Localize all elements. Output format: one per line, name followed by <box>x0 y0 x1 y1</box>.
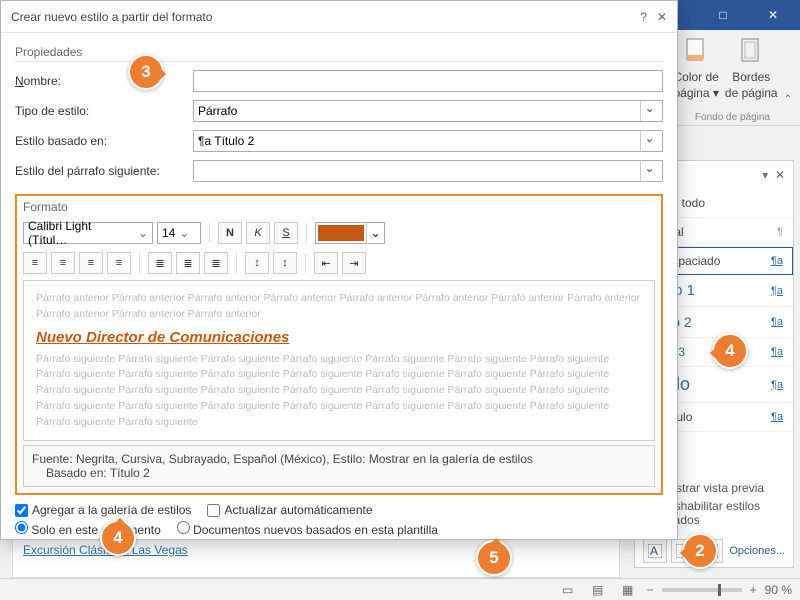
chevron-down-icon: ⌄ <box>640 161 658 181</box>
chevron-down-icon: ⌄ <box>640 101 658 121</box>
styles-options-link[interactable]: Opciones... <box>729 545 785 557</box>
ribbon-collapse-icon[interactable]: ⌃ <box>784 94 792 105</box>
page-borders-icon <box>734 34 768 68</box>
preview-before: Párrafo anterior Párrafo anterior Párraf… <box>36 291 642 323</box>
new-style-dialog: Crear nuevo estilo a partir del formato … <box>0 0 678 540</box>
dialog-help-icon[interactable]: ? <box>640 10 647 24</box>
new-docs-template-radio[interactable]: Documentos nuevos basados en esta planti… <box>177 521 438 537</box>
dialog-close-icon[interactable]: ✕ <box>657 10 667 24</box>
font-color-select[interactable]: ⌄ <box>315 222 385 244</box>
style-preview: Párrafo anterior Párrafo anterior Párraf… <box>23 280 655 441</box>
chevron-down-icon: ⌄ <box>640 131 658 151</box>
pane-menu-icon[interactable]: ▾ <box>762 168 768 182</box>
align-right-icon[interactable]: ≡ <box>79 252 103 274</box>
align-center-icon[interactable]: ≡ <box>51 252 75 274</box>
callout-5: 5 <box>476 540 512 576</box>
restore-icon[interactable]: □ <box>700 0 746 30</box>
line-spacing-2-icon[interactable]: ≣ <box>204 252 228 274</box>
page-borders-label1: Bordes <box>732 70 770 84</box>
align-left-icon[interactable]: ≡ <box>23 252 47 274</box>
callout-4a: 4 <box>100 520 136 556</box>
based-on-value: ¶a Título 2 <box>198 134 254 148</box>
preview-after: Párrafo siguiente Párrafo siguiente Párr… <box>36 352 642 431</box>
preview-sample-text: Nuevo Director de Comunicaciones <box>36 329 642 346</box>
zoom-value[interactable]: 90 % <box>765 583 792 597</box>
line-spacing-15-icon[interactable]: ≣ <box>176 252 200 274</box>
color-swatch <box>318 225 364 241</box>
based-on-label: Estilo basado en: <box>15 134 185 148</box>
page-color-button[interactable]: Color de página ▾ <box>673 34 718 121</box>
indent-inc-icon[interactable]: ⇥ <box>342 252 366 274</box>
zoom-slider[interactable] <box>662 588 742 592</box>
only-this-doc-radio[interactable]: Solo en este documento <box>15 521 161 537</box>
web-layout-icon[interactable]: ▦ <box>617 581 639 599</box>
print-layout-icon[interactable]: ▤ <box>587 581 609 599</box>
next-style-label: Estilo del párrafo siguiente: <box>15 164 185 178</box>
format-group: Formato Calibri Light (Títul…⌄ 14⌄ N K S… <box>15 194 663 495</box>
auto-update-check[interactable]: Actualizar automáticamente <box>207 503 372 517</box>
italic-button[interactable]: K <box>246 222 270 244</box>
pane-close-icon[interactable]: ✕ <box>775 168 785 182</box>
read-mode-icon[interactable]: ▭ <box>557 581 579 599</box>
status-bar: ▭ ▤ ▦ − + 90 % <box>0 578 800 600</box>
size-select[interactable]: 14⌄ <box>157 222 201 244</box>
dialog-title: Crear nuevo estilo a partir del formato <box>11 10 212 24</box>
underline-button[interactable]: S <box>274 222 298 244</box>
callout-2: 2 <box>682 533 718 569</box>
type-value: Párrafo <box>198 104 237 118</box>
line-spacing-1-icon[interactable]: ≣ <box>148 252 172 274</box>
name-input[interactable] <box>193 70 663 92</box>
format-header: Formato <box>23 200 655 216</box>
space-before-inc-icon[interactable]: ↕ <box>245 252 269 274</box>
space-before-dec-icon[interactable]: ↕ <box>273 252 297 274</box>
indent-dec-icon[interactable]: ⇤ <box>314 252 338 274</box>
style-description: Fuente: Negrita, Cursiva, Subrayado, Esp… <box>23 445 655 487</box>
bold-button[interactable]: N <box>218 222 242 244</box>
page-color-icon <box>679 34 713 68</box>
new-style-icon[interactable]: A <box>643 539 667 563</box>
close-window-icon[interactable]: ✕ <box>750 0 796 30</box>
based-on-select[interactable]: ¶a Título 2 ⌄ <box>193 130 663 152</box>
ribbon-group-label: Fondo de página <box>695 112 770 123</box>
page-borders-label2: de página <box>725 86 778 100</box>
type-select[interactable]: Párrafo ⌄ <box>193 100 663 122</box>
next-style-select[interactable]: ⌄ <box>193 160 663 182</box>
align-justify-icon[interactable]: ≡ <box>107 252 131 274</box>
callout-3: 3 <box>128 54 164 90</box>
zoom-out-icon[interactable]: − <box>647 583 654 597</box>
svg-text:A: A <box>650 544 658 558</box>
page-borders-button[interactable]: Bordes de página <box>725 34 778 121</box>
add-to-gallery-check[interactable]: Agregar a la galería de estilos <box>15 503 191 517</box>
page-color-label2: página ▾ <box>673 86 718 100</box>
zoom-in-icon[interactable]: + <box>750 583 757 597</box>
font-select[interactable]: Calibri Light (Títul…⌄ <box>23 222 153 244</box>
callout-4b: 4 <box>712 333 748 369</box>
properties-header: Propiedades <box>15 45 663 62</box>
type-label: Tipo de estilo: <box>15 104 185 118</box>
page-color-label1: Color de <box>674 70 719 84</box>
